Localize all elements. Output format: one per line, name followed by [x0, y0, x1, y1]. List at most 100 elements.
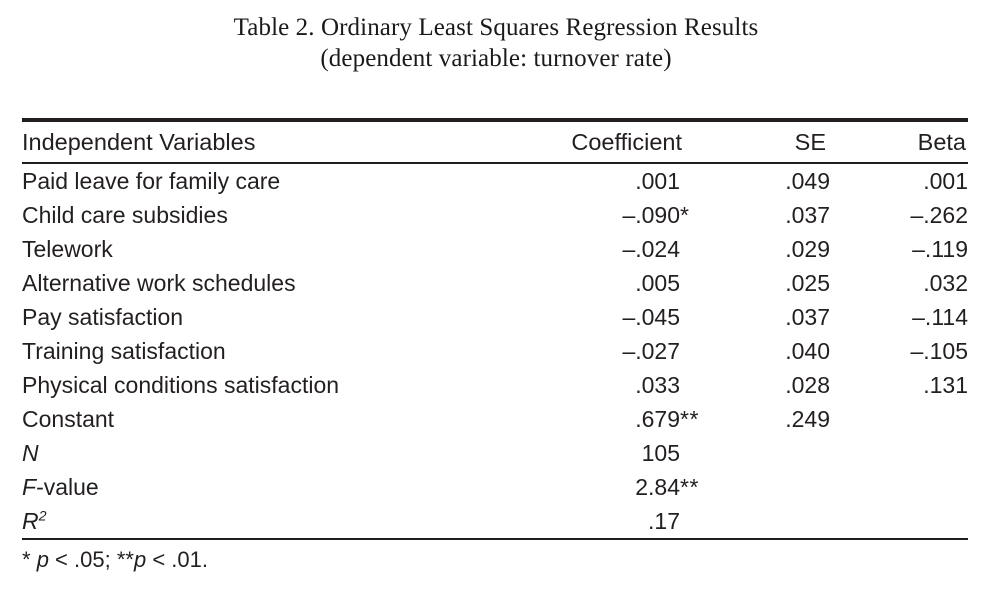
column-header-beta-label: Beta — [917, 129, 966, 155]
coefficient-cell: –.045 — [512, 300, 680, 334]
column-header-se: SE — [680, 122, 830, 162]
se-cell-value: .028 — [785, 372, 830, 398]
statistic-symbol: R2 — [22, 508, 47, 534]
se-cell-value: .037 — [785, 304, 830, 330]
table-figure: Table 2. Ordinary Least Squares Regressi… — [0, 0, 992, 614]
statistic-value-cell-value: 2.84 ** — [635, 470, 698, 504]
beta-cell: –.105 — [830, 334, 968, 368]
statistic-superscript: 2 — [38, 508, 47, 525]
se-cell: .028 — [680, 368, 830, 402]
table-footnote: * p < .05; **p < .01. — [22, 540, 968, 575]
coefficient-cell: –.024 — [512, 232, 680, 266]
table-title-line-2: (dependent variable: turnover rate) — [320, 45, 672, 72]
statistic-label: N — [22, 436, 512, 470]
coefficient-cell: .005 — [512, 266, 680, 300]
footnote-p-symbol-2: p — [133, 547, 147, 572]
se-cell-value: .037 — [785, 202, 830, 228]
footnote-p-symbol-1: p — [36, 547, 49, 572]
statistic-symbol: N — [22, 440, 39, 466]
variable-label: Physical conditions satisfaction — [22, 372, 340, 398]
se-cell-value: .025 — [785, 270, 830, 296]
table-row: Paid leave for family care .001 .049 .001 — [22, 164, 968, 198]
variable-label: Training satisfaction — [22, 338, 226, 364]
statistic-label: R2 — [22, 504, 512, 538]
table-title: Table 2. Ordinary Least Squares Regressi… — [0, 0, 992, 74]
variable-label: Telework — [22, 236, 113, 262]
footnote-star-single: * — [22, 547, 37, 572]
coefficient-cell: –.027 — [512, 334, 680, 368]
table-header-row: Independent Variables Coefficient SE Bet… — [22, 122, 968, 162]
coefficient-cell: –.090 * — [512, 198, 688, 232]
table-row: Alternative work schedules .005 .025 .032 — [22, 266, 968, 300]
column-header-coefficient: Coefficient — [512, 122, 682, 162]
se-cell-value: .049 — [785, 168, 830, 194]
variable-label: Pay satisfaction — [22, 304, 184, 330]
footnote-threshold-1: < .05; — [48, 547, 117, 572]
statistic-value-cell-value: 105 — [641, 440, 680, 466]
beta-cell: –.262 — [830, 198, 968, 232]
se-cell-value: .040 — [785, 338, 830, 364]
beta-cell-value: .131 — [923, 372, 968, 398]
se-cell: .037 — [680, 198, 830, 232]
table-row: Physical conditions satisfaction .033 .028… — [22, 368, 968, 402]
statistic-label: F-value — [22, 470, 512, 504]
beta-cell: .001 — [830, 164, 968, 198]
beta-cell: .131 — [830, 368, 968, 402]
table-statistic-row: N 105 — [22, 436, 968, 470]
table-row: Constant .679 ** .249 — [22, 402, 968, 436]
coefficient-cell-value: –.045 — [622, 304, 680, 330]
coefficient-cell-value: .679 ** — [635, 402, 698, 436]
column-header-variables: Independent Variables — [22, 129, 256, 155]
column-header-coefficient-label: Coefficient — [571, 129, 682, 155]
beta-cell-value: –.262 — [910, 202, 968, 228]
coefficient-cell: .033 — [512, 368, 680, 402]
coefficient-cell: .001 — [512, 164, 680, 198]
table-row: Pay satisfaction –.045 .037 –.114 — [22, 300, 968, 334]
table-row: Child care subsidies –.090 * .037 –.262 — [22, 198, 968, 232]
variable-label: Child care subsidies — [22, 202, 228, 228]
beta-cell-value: –.119 — [912, 236, 968, 262]
statistic-value-cell-significance: ** — [680, 474, 699, 500]
coefficient-cell-value: .001 — [635, 168, 680, 194]
se-cell-value: .249 — [785, 406, 830, 432]
beta-cell: –.114 — [830, 300, 968, 334]
statistic-symbol-suffix: -value — [36, 474, 99, 500]
beta-cell-value: –.105 — [910, 338, 968, 364]
se-cell: .249 — [680, 402, 830, 436]
footnote-threshold-2: < .01. — [146, 547, 208, 572]
table-statistic-row: F-value 2.84 ** — [22, 470, 968, 504]
coefficient-cell-value: .005 — [635, 270, 680, 296]
coefficient-cell-value: .033 — [635, 372, 680, 398]
table-row: Training satisfaction –.027 .040 –.105 — [22, 334, 968, 368]
statistic-value-cell: 2.84 ** — [512, 470, 698, 504]
coefficient-cell-value: –.027 — [622, 338, 680, 364]
table-body: Paid leave for family care .001 .049 .001 Ch… — [22, 164, 968, 538]
beta-cell: –.119 — [830, 232, 968, 266]
se-cell: .029 — [680, 232, 830, 266]
beta-cell-value: –.114 — [912, 304, 968, 330]
variable-label: Alternative work schedules — [22, 270, 296, 296]
beta-cell-value: .001 — [923, 168, 968, 194]
column-header-se-label: SE — [794, 129, 826, 155]
column-header-beta: Beta — [830, 122, 968, 162]
footnote-star-double: ** — [116, 547, 134, 572]
variable-label: Constant — [22, 406, 115, 432]
regression-results-table: Independent Variables Coefficient SE Bet… — [22, 118, 968, 575]
statistic-value-cell: 105 — [512, 436, 680, 470]
statistic-value-cell-value: .17 — [648, 508, 680, 534]
table-statistic-row: R2 .17 — [22, 504, 968, 538]
statistic-symbol: F — [22, 474, 37, 500]
se-cell: .040 — [680, 334, 830, 368]
beta-cell: .032 — [830, 266, 968, 300]
table-row: Telework –.024 .029 –.119 — [22, 232, 968, 266]
se-cell-value: .029 — [785, 236, 830, 262]
se-cell: .049 — [680, 164, 830, 198]
coefficient-cell-value: –.090 * — [622, 198, 688, 232]
se-cell: .037 — [680, 300, 830, 334]
table-title-line-1: Table 2. Ordinary Least Squares Regressi… — [233, 14, 759, 41]
variable-label: Paid leave for family care — [22, 168, 281, 194]
statistic-value-cell: .17 — [512, 504, 680, 538]
coefficient-cell-value: –.024 — [622, 236, 680, 262]
se-cell: .025 — [680, 266, 830, 300]
coefficient-cell: .679 ** — [512, 402, 698, 436]
